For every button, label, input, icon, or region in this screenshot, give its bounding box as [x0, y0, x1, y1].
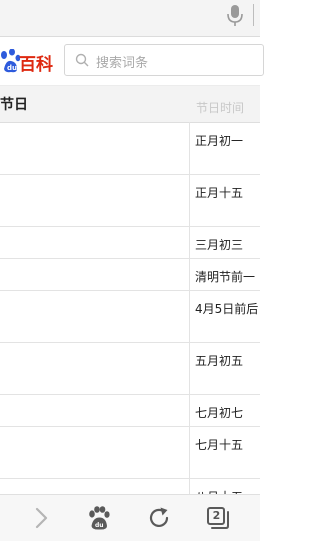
column-header-festival: 节日 [0, 97, 28, 113]
browser-toolbar: du 2 [0, 494, 260, 541]
browser-top-bar [0, 0, 260, 37]
festival-time-cell: 三月初三 [195, 238, 244, 252]
svg-text:du: du [7, 64, 17, 72]
logo-text: 百科 [19, 55, 53, 75]
table-row: 七月初七 [0, 395, 260, 427]
festival-time-cell: 五月初五 [195, 354, 244, 368]
festival-time-cell: 4月5日前后 [195, 302, 259, 316]
festival-time-cell: 正月十五 [195, 186, 244, 200]
tab-count: 2 [212, 509, 221, 522]
paw-home-icon[interactable]: du [86, 505, 112, 531]
address-bar-edge [253, 4, 254, 26]
search-input[interactable]: 搜索词条 [64, 44, 264, 76]
festival-time-cell: 七月十五 [195, 438, 244, 452]
site-header: du 百科 搜索词条 [0, 37, 264, 86]
microphone-icon[interactable] [226, 3, 244, 27]
festival-table: 节日 节日时间 正月初一 正月十五 三月初三 清明节前一 4月5日前后 五月初五… [0, 86, 260, 509]
column-header-time: 节日时间 [196, 101, 245, 115]
svg-text:du: du [95, 522, 104, 529]
baike-logo[interactable]: du 百科 [0, 45, 62, 77]
table-row: 七月十五 [0, 427, 260, 479]
paw-logo-icon: du [1, 49, 20, 73]
table-header-row: 节日 节日时间 [0, 86, 260, 123]
column-divider [189, 122, 190, 494]
festival-time-cell: 正月初一 [195, 134, 244, 148]
festival-time-cell: 七月初七 [195, 406, 244, 420]
table-row: 4月5日前后 [0, 291, 260, 343]
search-placeholder: 搜索词条 [96, 56, 149, 71]
forward-icon[interactable] [28, 505, 54, 531]
table-row: 五月初五 [0, 343, 260, 395]
refresh-icon[interactable] [146, 505, 172, 531]
table-row: 清明节前一 [0, 259, 260, 291]
tabs-button[interactable]: 2 [205, 505, 231, 531]
table-row: 三月初三 [0, 227, 260, 259]
festival-time-cell: 清明节前一 [195, 270, 256, 284]
table-row: 正月十五 [0, 175, 260, 227]
search-icon [75, 53, 89, 67]
table-row: 正月初一 [0, 123, 260, 175]
